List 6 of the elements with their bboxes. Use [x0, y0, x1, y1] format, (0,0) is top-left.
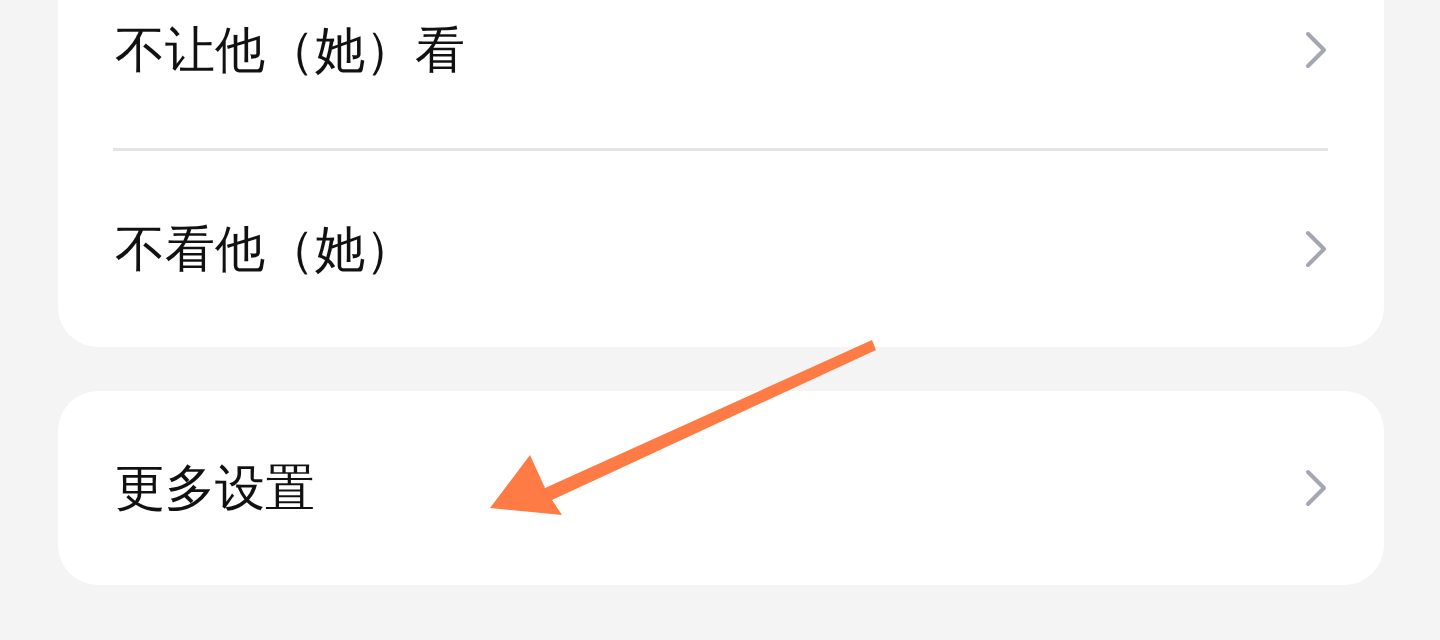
chevron-right-icon: [1304, 468, 1328, 508]
settings-item[interactable]: 不让他（她）看: [58, 0, 1384, 148]
chevron-right-icon: [1304, 229, 1328, 269]
chevron-right-icon: [1304, 30, 1328, 70]
settings-item[interactable]: 更多设置: [58, 391, 1384, 585]
settings-item[interactable]: 不看他（她）: [58, 151, 1384, 347]
